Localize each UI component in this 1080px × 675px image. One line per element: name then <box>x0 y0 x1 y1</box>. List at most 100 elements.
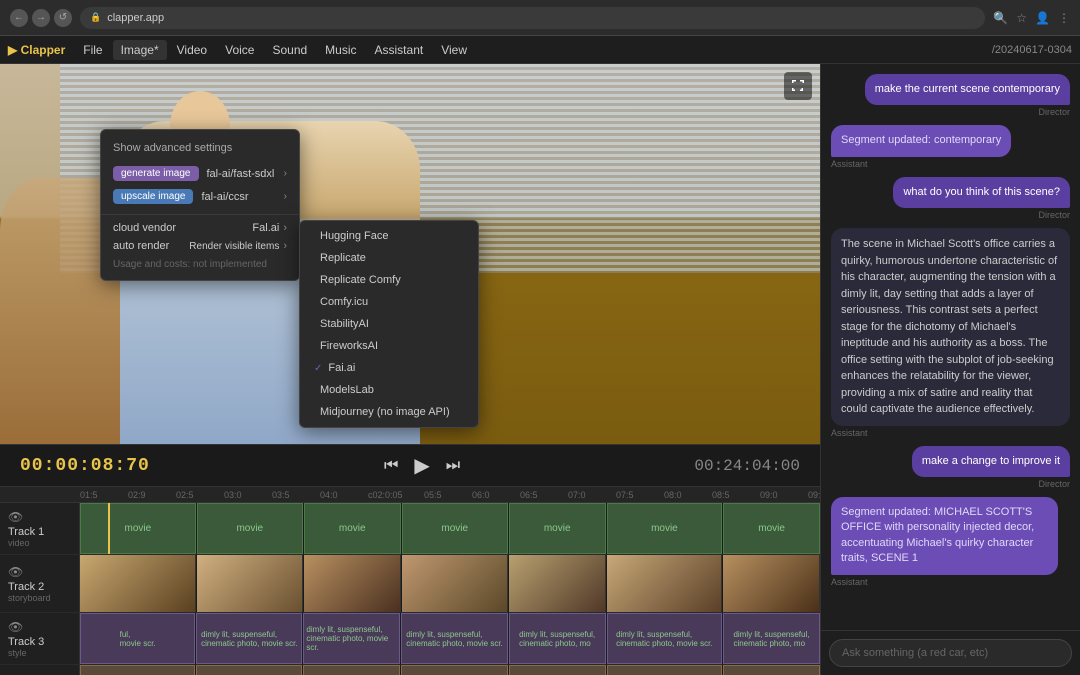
submenu-replicate-comfy[interactable]: Replicate Comfy <box>300 269 478 291</box>
track-3-label: 👁 Track 3 style <box>0 613 80 664</box>
track-3-clip-2[interactable]: dimly lit, suspenseful,cinematic photo, … <box>196 613 302 664</box>
project-id: /20240617-0304 <box>992 44 1072 56</box>
chat-label-6: Assistant <box>831 577 1070 587</box>
cloud-vendor-arrow: › <box>283 222 287 234</box>
submenu-stabilityai[interactable]: StabilityAI <box>300 313 478 335</box>
menu-music[interactable]: Music <box>317 40 364 60</box>
menu-image[interactable]: Image* <box>113 40 167 60</box>
chat-bubble-gray-4: The scene in Michael Scott's office carr… <box>831 228 1070 426</box>
cloud-vendor-row[interactable]: cloud vendor Fal.ai › <box>101 219 299 237</box>
timecode-total: 00:24:04:00 <box>694 457 800 475</box>
track-4-row: 👁 Track 4 MICHAEL SCOTT... MICHAEL SCOTT… <box>0 665 820 675</box>
track-1-clip-1[interactable]: movie <box>80 503 196 554</box>
timeline-ruler: 01:5 02:9 02:5 03:0 03:5 04:0 c02:0:05 0… <box>0 487 820 503</box>
back-button[interactable]: ← <box>10 9 28 27</box>
upscale-image-row[interactable]: upscale image fal-ai/ccsr › <box>109 187 291 206</box>
track-2-thumb-7[interactable] <box>723 555 820 612</box>
url-bar[interactable]: 🔒 clapper.app <box>80 7 985 29</box>
menu-voice[interactable]: Voice <box>217 40 262 60</box>
rewind-button[interactable]: ⏮ <box>384 457 398 475</box>
auto-render-value: Render visible items <box>189 241 279 252</box>
track-1-label: 👁 Track 1 video <box>0 503 80 554</box>
menu-video[interactable]: Video <box>169 40 215 60</box>
submenu-modelslab[interactable]: ModelsLab <box>300 379 478 401</box>
chat-input[interactable] <box>829 639 1072 667</box>
cloud-vendor-label: cloud vendor <box>113 222 176 234</box>
generate-image-row[interactable]: generate image fal-ai/fast-sdxl › <box>109 164 291 183</box>
browser-actions: 🔍 ☆ 👤 ⋮ <box>993 11 1070 25</box>
star-icon[interactable]: ☆ <box>1016 11 1027 25</box>
search-icon[interactable]: 🔍 <box>993 11 1008 25</box>
track-1-clip-2[interactable]: movie <box>197 503 303 554</box>
timecode-current: 00:00:08:70 <box>20 456 150 476</box>
auto-render-arrow: › <box>283 240 287 252</box>
track-3-clip-6[interactable]: dimly lit, suspenseful,cinematic photo, … <box>607 613 722 664</box>
auto-render-row[interactable]: auto render Render visible items › <box>101 237 299 255</box>
track-3-clip-1[interactable]: ful,movie scr. <box>80 613 195 664</box>
menu-file[interactable]: File <box>75 40 110 60</box>
track-4-clip-3[interactable]: MICHAEL SCOTT... <box>303 665 400 675</box>
track-4-clip-6[interactable]: MICHAEL SCOTT... <box>607 665 722 675</box>
expand-button[interactable] <box>784 72 812 100</box>
usage-note: Usage and costs: not implemented <box>101 255 299 274</box>
track-3-clip-5[interactable]: dimly lit, suspenseful,cinematic photo, … <box>509 613 606 664</box>
chat-msg-6: Segment updated: MICHAEL SCOTT'S OFFICE … <box>831 497 1070 587</box>
menu-sound[interactable]: Sound <box>264 40 315 60</box>
track-2-eye-icon[interactable]: 👁 <box>8 565 71 579</box>
track-1-clip-7[interactable]: movie <box>723 503 820 554</box>
track-1-row: 👁 Track 1 video movie movie movie movie … <box>0 503 820 555</box>
refresh-button[interactable]: ↺ <box>54 9 72 27</box>
generate-image-tag: generate image <box>113 166 199 181</box>
chat-msg-5: make a change to improve it Director <box>831 446 1070 489</box>
track-3-eye-icon[interactable]: 👁 <box>8 620 71 634</box>
track-1-content: movie movie movie movie movie movie movi… <box>80 503 820 554</box>
track-2-thumb-6[interactable] <box>607 555 723 612</box>
track-1-eye-icon[interactable]: 👁 <box>8 510 71 524</box>
track-4-clip-5[interactable]: MICHAEL SCOTT... <box>509 665 606 675</box>
upscale-image-value: fal-ai/ccsr <box>201 191 283 203</box>
menu-icon[interactable]: ⋮ <box>1058 11 1070 25</box>
track-1-clip-5[interactable]: movie <box>509 503 606 554</box>
separator-1 <box>101 214 299 215</box>
fast-forward-button[interactable]: ⏭ <box>446 457 460 475</box>
track-3-content: ful,movie scr. dimly lit, suspenseful,ci… <box>80 613 820 664</box>
track-3-name: Track 3 <box>8 636 71 648</box>
submenu-comfy-icu[interactable]: Comfy.icu <box>300 291 478 313</box>
url-text: clapper.app <box>107 12 164 24</box>
chat-msg-4: The scene in Michael Scott's office carr… <box>831 228 1070 438</box>
track-4-clip-4[interactable]: MICHAEL SCOTT... <box>401 665 507 675</box>
submenu-midjourney[interactable]: Midjourney (no image API) <box>300 401 478 423</box>
profile-icon[interactable]: 👤 <box>1035 11 1050 25</box>
track-3-clip-7[interactable]: dimly lit, suspenseful,cinematic photo, … <box>723 613 820 664</box>
track-1-clip-6[interactable]: movie <box>607 503 723 554</box>
track-1-clip-3[interactable]: movie <box>304 503 401 554</box>
main-layout: Show advanced settings generate image fa… <box>0 64 1080 675</box>
menu-view[interactable]: View <box>433 40 475 60</box>
chat-bubble-user-3: what do you think of this scene? <box>893 177 1070 208</box>
lock-icon: 🔒 <box>90 12 101 23</box>
track-4-clip-1[interactable]: MICHAEL SCOTT... <box>80 665 195 675</box>
track-3-clip-3[interactable]: dimly lit, suspenseful,cinematic photo, … <box>303 613 400 664</box>
menu-assistant[interactable]: Assistant <box>367 40 432 60</box>
track-4-clip-7[interactable]: MICHAEL SCOTT... <box>723 665 820 675</box>
track-3-type: style <box>8 648 71 658</box>
transport-buttons: ⏮ ▶ ⏭ <box>384 453 460 478</box>
track-2-name: Track 2 <box>8 581 71 593</box>
browser-nav-buttons: ← → ↺ <box>10 9 72 27</box>
track-1-clip-4[interactable]: movie <box>402 503 508 554</box>
submenu-fireworksai[interactable]: FireworksAI <box>300 335 478 357</box>
track-2-thumb-5[interactable] <box>509 555 606 612</box>
submenu-falai[interactable]: ✓Fai.ai <box>300 357 478 379</box>
track-4-clip-2[interactable]: MICHAEL SCOTT... <box>196 665 302 675</box>
track-2-thumb-3[interactable] <box>304 555 401 612</box>
timeline-area: 01:5 02:9 02:5 03:0 03:5 04:0 c02:0:05 0… <box>0 486 820 675</box>
forward-button[interactable]: → <box>32 9 50 27</box>
play-button[interactable]: ▶ <box>414 453 429 478</box>
submenu-replicate[interactable]: Replicate <box>300 247 478 269</box>
track-2-thumb-1[interactable] <box>80 555 196 612</box>
chat-bubble-assistant-2: Segment updated: contemporary <box>831 125 1011 156</box>
submenu-huggingface[interactable]: Hugging Face <box>300 225 478 247</box>
track-2-thumb-2[interactable] <box>197 555 303 612</box>
track-3-clip-4[interactable]: dimly lit, suspenseful,cinematic photo, … <box>401 613 507 664</box>
track-2-thumb-4[interactable] <box>402 555 508 612</box>
